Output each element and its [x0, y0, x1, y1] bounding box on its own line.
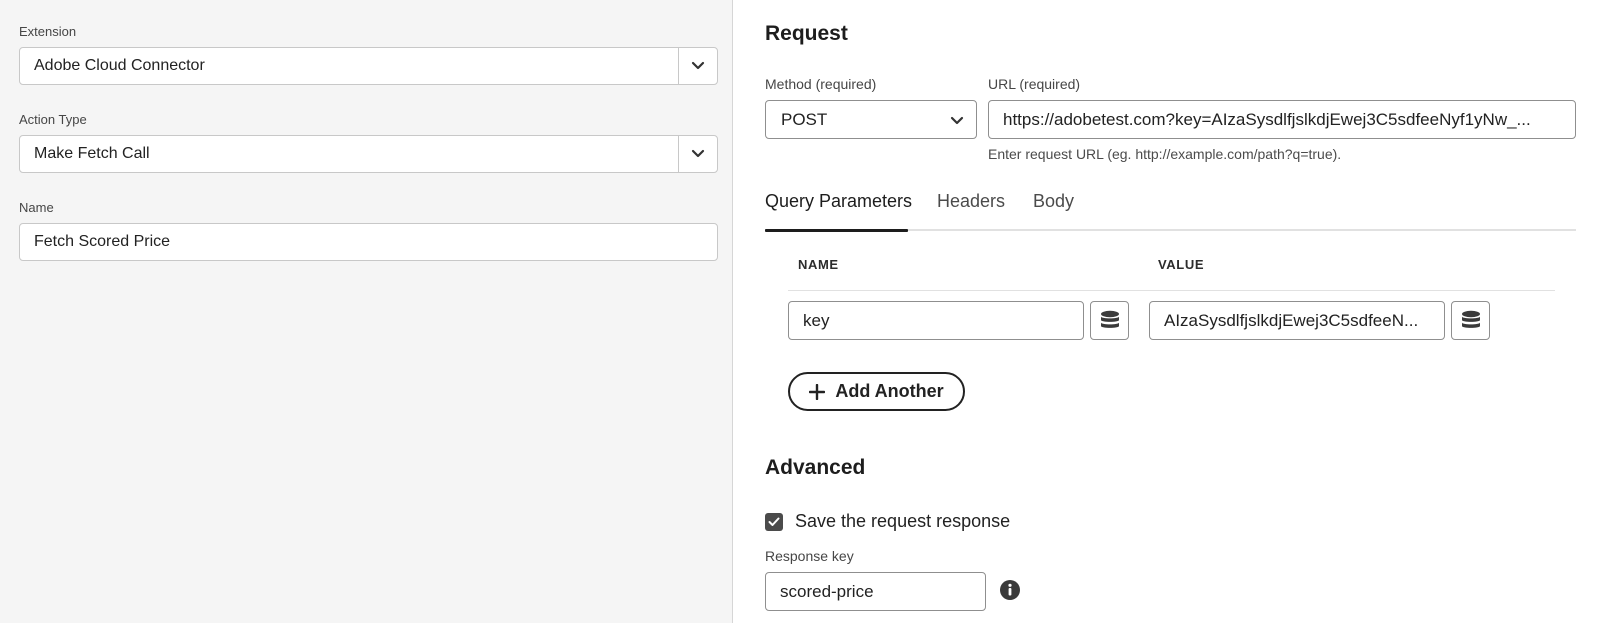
param-name-wrapper [788, 301, 1084, 340]
chevron-down-icon [950, 116, 964, 125]
method-label: Method (required) [765, 76, 877, 92]
chevron-down-icon [691, 149, 705, 158]
param-name-data-element-button[interactable] [1090, 301, 1129, 340]
param-value-data-element-button[interactable] [1451, 301, 1490, 340]
chevron-down-icon [691, 61, 705, 70]
url-input[interactable] [989, 101, 1575, 138]
database-icon [1100, 310, 1119, 328]
extension-picker-value: Adobe Cloud Connector [34, 57, 205, 74]
url-field-wrapper [988, 100, 1576, 139]
name-field-wrapper [19, 223, 718, 261]
action-type-picker-value: Make Fetch Call [34, 145, 150, 162]
param-name-input[interactable] [789, 302, 1083, 339]
add-another-label: Add Another [835, 381, 944, 401]
extension-picker[interactable]: Adobe Cloud Connector [19, 47, 718, 85]
param-value-input[interactable] [1150, 302, 1444, 339]
method-picker[interactable]: POST [765, 100, 977, 139]
action-type-label: Action Type [19, 112, 87, 127]
action-type-picker[interactable]: Make Fetch Call [19, 135, 718, 173]
active-tab-indicator [765, 229, 908, 232]
extension-picker-button[interactable] [678, 48, 717, 84]
name-label: Name [19, 200, 54, 215]
advanced-heading: Advanced [765, 456, 866, 479]
value-column-header: VALUE [1158, 257, 1205, 272]
left-panel: Extension Adobe Cloud Connector Action T… [0, 0, 733, 623]
name-column-header: NAME [798, 257, 839, 272]
tab-body[interactable]: Body [1033, 191, 1074, 212]
request-heading: Request [765, 22, 848, 45]
add-another-button[interactable]: Add Another [788, 372, 965, 411]
param-value-wrapper [1149, 301, 1445, 340]
save-response-label[interactable]: Save the request response [795, 511, 1010, 532]
response-key-wrapper [765, 572, 986, 611]
table-header-divider [788, 290, 1555, 291]
method-picker-value: POST [781, 110, 828, 129]
tab-query-parameters[interactable]: Query Parameters [765, 191, 912, 212]
save-response-checkbox[interactable] [765, 513, 783, 531]
response-key-label: Response key [765, 548, 854, 564]
info-icon[interactable] [999, 579, 1021, 601]
tab-headers[interactable]: Headers [937, 191, 1005, 212]
name-field[interactable] [20, 224, 717, 260]
response-key-input[interactable] [766, 573, 985, 610]
checkmark-icon [768, 517, 780, 526]
extension-label: Extension [19, 24, 77, 39]
plus-icon [809, 383, 826, 400]
url-help-text: Enter request URL (eg. http://example.co… [988, 146, 1342, 162]
url-label: URL (required) [988, 76, 1081, 92]
action-type-picker-button[interactable] [678, 136, 717, 172]
database-icon [1461, 310, 1480, 328]
